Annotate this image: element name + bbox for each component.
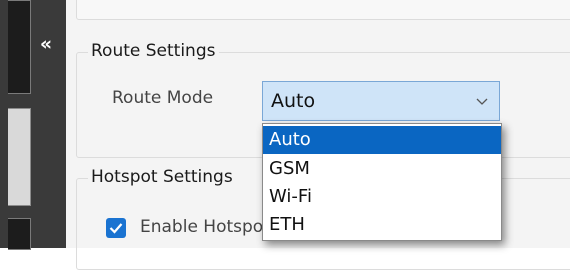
- dropdown-option-eth[interactable]: ETH: [263, 211, 501, 239]
- dropdown-option-auto[interactable]: Auto: [263, 126, 501, 154]
- sidebar: «: [0, 0, 66, 250]
- hotspot-settings-title: Hotspot Settings: [88, 166, 271, 188]
- checkmark-icon: [109, 223, 123, 234]
- route-mode-select[interactable]: Auto: [262, 81, 500, 121]
- sidebar-tab-bottom[interactable]: [8, 218, 31, 250]
- route-mode-label: Route Mode: [112, 88, 214, 108]
- sidebar-tab-middle[interactable]: [8, 108, 31, 206]
- dropdown-option-wifi[interactable]: Wi-Fi: [263, 183, 501, 211]
- chevron-down-icon: [476, 98, 488, 105]
- collapse-sidebar-button[interactable]: «: [34, 33, 58, 55]
- enable-hotspot-checkbox[interactable]: [106, 218, 126, 238]
- route-mode-dropdown-list: Auto GSM Wi-Fi ETH: [262, 123, 502, 241]
- sidebar-tab-top[interactable]: [8, 0, 31, 94]
- route-settings-title: Route Settings: [88, 40, 220, 62]
- route-mode-value: Auto: [271, 90, 316, 112]
- enable-hotspot-label: Enable Hotspot: [140, 217, 268, 237]
- previous-group-box: [76, 0, 570, 20]
- dropdown-option-gsm[interactable]: GSM: [263, 155, 501, 183]
